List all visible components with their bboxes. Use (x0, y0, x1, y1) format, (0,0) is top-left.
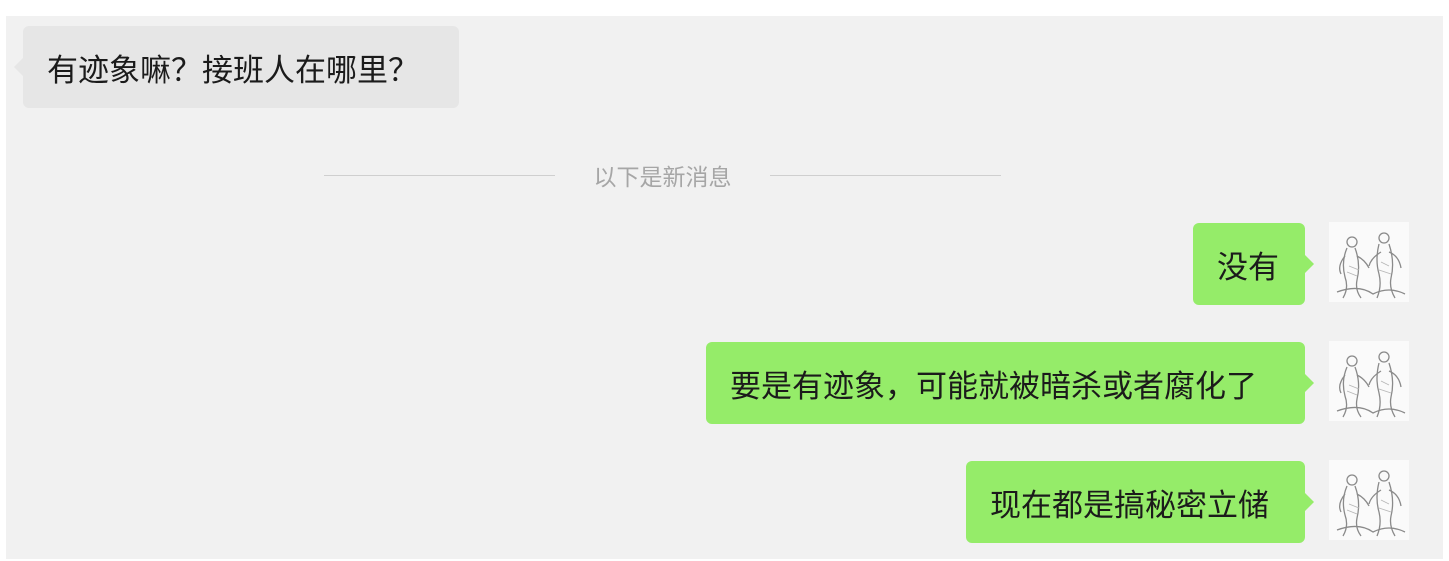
avatar[interactable] (1329, 460, 1409, 540)
new-messages-divider: 以下是新消息 (324, 159, 1001, 191)
outgoing-message-bubble[interactable]: 没有 (1193, 223, 1314, 305)
sketch-figures-avatar-icon (1329, 341, 1409, 421)
avatar[interactable] (1329, 341, 1409, 421)
outgoing-message-bubble[interactable]: 现在都是搞秘密立储 (966, 461, 1314, 543)
chat-panel: 有迹象嘛？接班人在哪里？ 以下是新消息 没有 要是有迹象，可能就被暗杀或者腐化了… (6, 16, 1443, 559)
sketch-figures-avatar-icon (1329, 222, 1409, 302)
divider-line-right (770, 174, 1001, 176)
divider-line-left (324, 174, 555, 176)
incoming-message-bubble[interactable]: 有迹象嘛？接班人在哪里？ (14, 26, 459, 108)
avatar[interactable] (1329, 222, 1409, 302)
outgoing-message-text: 现在都是搞秘密立储 (990, 487, 1269, 524)
divider-label: 以下是新消息 (593, 165, 732, 191)
outgoing-message-text: 没有 (1217, 249, 1279, 286)
sketch-figures-avatar-icon (1329, 460, 1409, 540)
outgoing-message-text: 要是有迹象，可能就被暗杀或者腐化了 (730, 368, 1257, 405)
outgoing-message-bubble[interactable]: 要是有迹象，可能就被暗杀或者腐化了 (706, 342, 1314, 424)
incoming-message-text: 有迹象嘛？接班人在哪里？ (47, 52, 419, 89)
